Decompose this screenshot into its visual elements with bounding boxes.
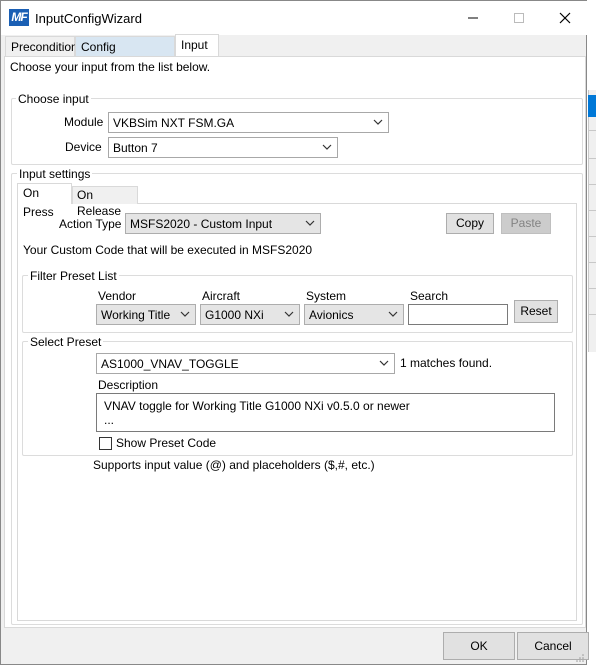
maximize-button	[496, 1, 542, 35]
search-input[interactable]	[408, 304, 508, 325]
close-icon	[559, 12, 571, 24]
filter-preset-legend: Filter Preset List	[28, 269, 119, 283]
background-app-row-divider	[588, 236, 596, 237]
chevron-down-icon	[305, 220, 315, 226]
reset-button[interactable]: Reset	[514, 300, 558, 323]
close-window-button[interactable]	[542, 1, 588, 35]
device-select[interactable]: Button 7	[108, 137, 338, 158]
title-bar: MF InputConfigWizard	[1, 1, 588, 35]
subtab-on-release[interactable]: On Release	[72, 186, 138, 218]
input-config-wizard-window: MF InputConfigWizard Precondition Config…	[0, 0, 589, 665]
chevron-down-icon	[379, 360, 389, 366]
action-type-select[interactable]: MSFS2020 - Custom Input	[125, 213, 321, 234]
resize-grip-icon[interactable]	[575, 653, 585, 663]
aircraft-value: G1000 NXi	[205, 308, 264, 322]
tab-input[interactable]: Input	[175, 34, 219, 57]
preset-value: AS1000_VNAV_TOGGLE	[101, 357, 239, 371]
vendor-label: Vendor	[98, 289, 137, 303]
system-value: Avionics	[309, 308, 354, 322]
background-app-row-divider	[588, 314, 596, 315]
minimize-icon	[468, 17, 478, 19]
description-label: Description	[98, 378, 159, 392]
background-app-selection	[588, 95, 596, 117]
action-type-label: Action Type	[59, 217, 122, 231]
description-line-2: ...	[104, 413, 115, 427]
device-label: Device	[65, 140, 102, 154]
minimize-button[interactable]	[450, 1, 496, 35]
chevron-down-icon	[322, 144, 332, 150]
chevron-down-icon	[180, 311, 190, 317]
vendor-value: Working Title	[101, 308, 171, 322]
copy-button[interactable]: Copy	[446, 213, 494, 234]
maximize-icon	[514, 13, 524, 23]
instruction-text: Choose your input from the list below.	[10, 60, 211, 74]
input-settings-legend: Input settings	[17, 167, 93, 181]
matches-found-text: 1 matches found.	[400, 356, 493, 370]
module-select[interactable]: VKBSim NXT FSM.GA	[108, 112, 389, 133]
custom-code-text: Your Custom Code that will be executed i…	[23, 243, 313, 257]
paste-button[interactable]: Paste	[501, 213, 551, 234]
chevron-down-icon	[373, 119, 383, 125]
action-type-value: MSFS2020 - Custom Input	[130, 217, 273, 231]
module-label: Module	[64, 115, 104, 129]
background-app-row-divider	[588, 210, 596, 211]
tab-config-references[interactable]: Config References	[75, 36, 175, 74]
background-app-row-divider	[588, 130, 596, 131]
chevron-down-icon	[284, 311, 294, 317]
aircraft-label: Aircraft	[202, 289, 241, 303]
window-title: InputConfigWizard	[35, 11, 142, 26]
background-app-row-divider	[588, 262, 596, 263]
vendor-select[interactable]: Working Title	[96, 304, 196, 325]
description-box: VNAV toggle for Working Title G1000 NXi …	[96, 393, 555, 432]
background-app-row-divider	[588, 288, 596, 289]
show-preset-code-label: Show Preset Code	[116, 436, 217, 450]
subtab-on-press[interactable]: On Press	[17, 183, 72, 219]
ok-button[interactable]: OK	[443, 632, 515, 660]
show-preset-code-checkbox[interactable]	[99, 437, 112, 450]
select-preset-legend: Select Preset	[28, 335, 104, 349]
background-app-row-divider	[588, 158, 596, 159]
module-value: VKBSim NXT FSM.GA	[113, 116, 235, 130]
description-line-1: VNAV toggle for Working Title G1000 NXi …	[104, 399, 410, 413]
search-label: Search	[410, 289, 449, 303]
preset-select[interactable]: AS1000_VNAV_TOGGLE	[96, 353, 395, 374]
system-select[interactable]: Avionics	[304, 304, 404, 325]
choose-input-legend: Choose input	[16, 92, 91, 106]
tab-precondition[interactable]: Precondition	[5, 36, 78, 56]
device-value: Button 7	[113, 141, 158, 155]
supports-input-text: Supports input value (@) and placeholder…	[93, 458, 375, 472]
system-label: System	[306, 289, 347, 303]
background-app-row-divider	[588, 184, 596, 185]
aircraft-select[interactable]: G1000 NXi	[200, 304, 300, 325]
chevron-down-icon	[388, 311, 398, 317]
mobiflight-logo-icon: MF	[9, 9, 29, 26]
